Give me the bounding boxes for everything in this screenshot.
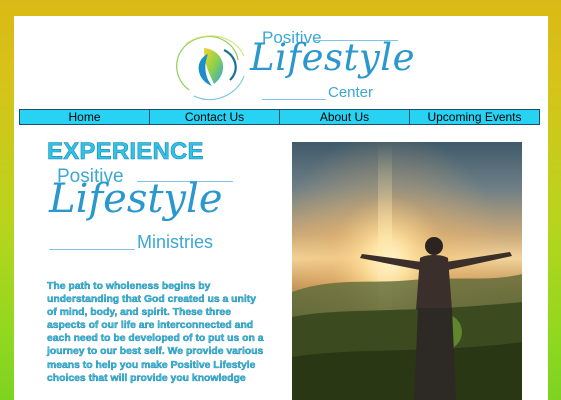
person-arms-outstretched-icon: [292, 142, 522, 400]
main-navigation: Home Contact Us About Us Upcoming Events: [19, 109, 540, 125]
ministries-logo-divider: [49, 249, 135, 250]
ministries-logo: Positive Lifestyle Ministries: [47, 166, 247, 254]
nav-upcoming-events[interactable]: Upcoming Events: [410, 110, 539, 124]
page-container: Positive Lifestyle Center Home Contact U…: [14, 16, 548, 400]
page-heading: EXPERIENCE: [47, 138, 204, 166]
logo-text-lifestyle: Lifestyle: [250, 36, 415, 79]
logo-text-center: Center: [328, 84, 374, 101]
logo-divider: [262, 99, 326, 100]
hero-photo: [292, 142, 522, 400]
site-logo[interactable]: Positive Lifestyle Center: [164, 20, 414, 108]
nav-home[interactable]: Home: [20, 110, 150, 124]
ministries-logo-ministries: Ministries: [137, 232, 214, 252]
ministries-logo-lifestyle: Lifestyle: [49, 176, 223, 222]
logo-emblem-icon: [176, 35, 245, 101]
nav-about-us[interactable]: About Us: [280, 110, 410, 124]
nav-contact-us[interactable]: Contact Us: [150, 110, 280, 124]
intro-paragraph: The path to wholeness begins by understa…: [47, 281, 264, 384]
